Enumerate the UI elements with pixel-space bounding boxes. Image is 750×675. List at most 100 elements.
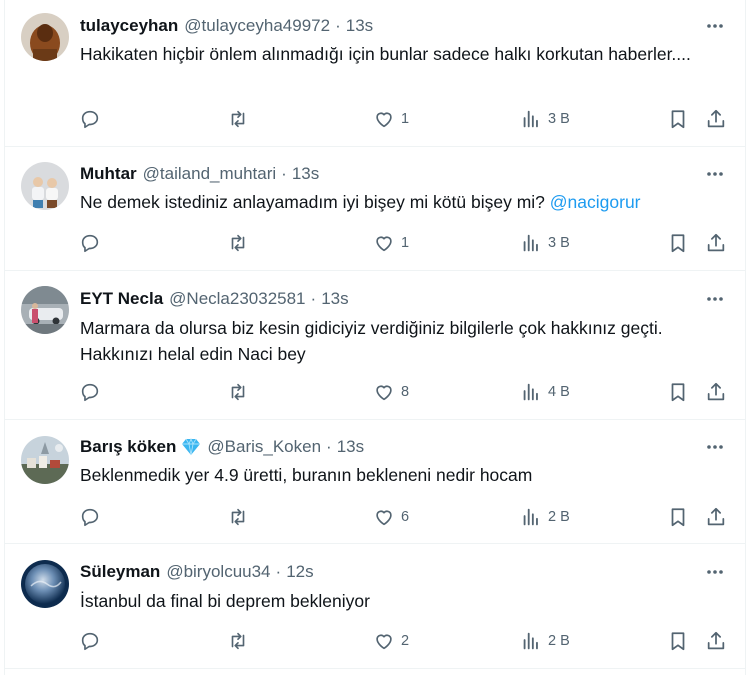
like-button[interactable]: 8 <box>373 377 409 407</box>
retweet-icon <box>231 234 245 252</box>
reply-button[interactable] <box>79 626 101 656</box>
tweet[interactable]: Muhtar @tailand_muhtari · 13s Ne demek i… <box>5 148 745 271</box>
tweet[interactable]: EYT Necla @Necla23032581 · 13s Marmara d… <box>5 272 745 420</box>
separator-dot: · <box>281 164 287 183</box>
like-button[interactable]: 1 <box>373 104 409 134</box>
bookmark-button[interactable] <box>667 626 689 656</box>
avatar[interactable] <box>21 162 69 210</box>
tweet[interactable]: tulayceyhan @tulayceyha49972 · 13s Hakik… <box>5 0 745 147</box>
display-name[interactable]: Süleyman <box>80 561 160 583</box>
views-icon <box>523 234 538 252</box>
share-button[interactable] <box>705 228 727 258</box>
bookmark-button[interactable] <box>667 228 689 258</box>
share-button[interactable] <box>705 104 727 134</box>
tweet-text: Beklenmedik yer 4.9 üretti, buranın bekl… <box>80 462 730 488</box>
separator-dot: · <box>275 562 282 581</box>
user-handle[interactable]: @Baris_Koken <box>207 436 321 458</box>
bookmark-button[interactable] <box>667 104 689 134</box>
reply-icon <box>81 383 99 402</box>
more-options-button[interactable] <box>701 163 729 185</box>
tweet-text: İstanbul da final bi deprem bekleniyor <box>80 588 730 614</box>
views-button[interactable]: 4 B <box>520 377 570 407</box>
timestamp[interactable]: 12s <box>286 561 313 583</box>
retweet-button[interactable] <box>226 626 250 656</box>
views-button[interactable]: 2 B <box>520 502 570 532</box>
reply-icon <box>81 508 99 527</box>
bookmark-icon <box>671 110 685 129</box>
retweet-button[interactable] <box>226 377 250 407</box>
more-options-button[interactable] <box>701 436 729 458</box>
share-button[interactable] <box>705 502 727 532</box>
avatar[interactable] <box>21 560 69 608</box>
retweet-button[interactable] <box>226 104 250 134</box>
views-button[interactable]: 2 B <box>520 626 570 656</box>
view-count: 4 B <box>548 384 570 400</box>
more-icon <box>707 570 723 574</box>
user-handle[interactable]: @tulayceyha49972 <box>184 15 330 37</box>
share-icon <box>707 109 725 128</box>
bookmark-button[interactable] <box>667 377 689 407</box>
tweet-body: Marmara da olursa biz kesin gidiciyiz ve… <box>80 318 663 364</box>
share-button[interactable] <box>705 626 727 656</box>
tweet-body: İstanbul da final bi deprem bekleniyor <box>80 591 370 611</box>
display-name[interactable]: Muhtar <box>80 163 137 185</box>
like-count: 6 <box>401 509 410 525</box>
like-button[interactable]: 1 <box>373 228 409 258</box>
reply-button[interactable] <box>79 104 101 134</box>
reply-button[interactable] <box>79 228 101 258</box>
views-button[interactable]: 3 B <box>520 104 570 134</box>
tweet[interactable]: Barış köken @Baris_Koken · 13s Beklenmed… <box>5 421 745 544</box>
mention-link[interactable]: @nacigorur <box>550 192 641 212</box>
like-count: 1 <box>401 235 410 251</box>
like-button[interactable]: 6 <box>373 502 409 532</box>
retweet-button[interactable] <box>226 228 250 258</box>
more-options-button[interactable] <box>701 288 729 310</box>
display-name[interactable]: EYT Necla <box>80 288 163 310</box>
share-icon <box>707 382 725 401</box>
share-button[interactable] <box>705 377 727 407</box>
reply-icon <box>81 234 99 253</box>
share-icon <box>707 507 725 526</box>
views-icon <box>523 383 538 401</box>
like-button[interactable]: 2 <box>373 626 409 656</box>
bookmark-icon <box>671 383 685 402</box>
reply-button[interactable] <box>79 502 101 532</box>
like-count: 1 <box>401 111 410 127</box>
heart-icon <box>376 236 392 252</box>
user-handle[interactable]: @Necla23032581 <box>169 288 305 310</box>
reply-feed: tulayceyhan @tulayceyha49972 · 13s Hakik… <box>4 0 746 675</box>
heart-icon <box>376 634 392 650</box>
heart-icon <box>376 112 392 128</box>
timestamp[interactable]: 13s <box>292 163 319 185</box>
separator-dot: · <box>335 16 341 35</box>
avatar[interactable] <box>21 286 69 334</box>
avatar[interactable] <box>21 436 69 484</box>
more-options-button[interactable] <box>701 561 729 583</box>
view-count: 2 B <box>548 633 570 649</box>
timestamp[interactable]: 13s <box>346 15 373 37</box>
timestamp[interactable]: 13s <box>321 288 348 310</box>
timestamp[interactable]: 13s <box>337 436 364 458</box>
display-name[interactable]: tulayceyhan <box>80 15 178 37</box>
more-icon <box>707 24 723 28</box>
retweet-icon <box>231 383 245 401</box>
avatar[interactable] <box>21 13 69 61</box>
bookmark-icon <box>671 234 685 253</box>
more-icon <box>707 297 723 301</box>
reply-button[interactable] <box>79 377 101 407</box>
tweet-text: Hakikaten hiçbir önlem alınmadığı için b… <box>80 41 730 67</box>
more-options-button[interactable] <box>701 15 729 37</box>
tweet-text: Marmara da olursa biz kesin gidiciyiz ve… <box>80 315 730 367</box>
user-handle[interactable]: @tailand_muhtari <box>143 163 277 185</box>
tweet-actions: 6 2 B <box>5 502 745 532</box>
tweet[interactable]: Süleyman @biryolcuu34 · 12s İstanbul da … <box>5 545 745 669</box>
more-icon <box>707 445 723 449</box>
bookmark-button[interactable] <box>667 502 689 532</box>
user-handle[interactable]: @biryolcuu34 <box>166 561 270 583</box>
views-button[interactable]: 3 B <box>520 228 570 258</box>
separator-dot: · <box>326 437 332 456</box>
display-name[interactable]: Barış köken <box>80 436 176 458</box>
share-icon <box>707 233 725 252</box>
retweet-button[interactable] <box>226 502 250 532</box>
diamond-icon <box>181 437 201 457</box>
